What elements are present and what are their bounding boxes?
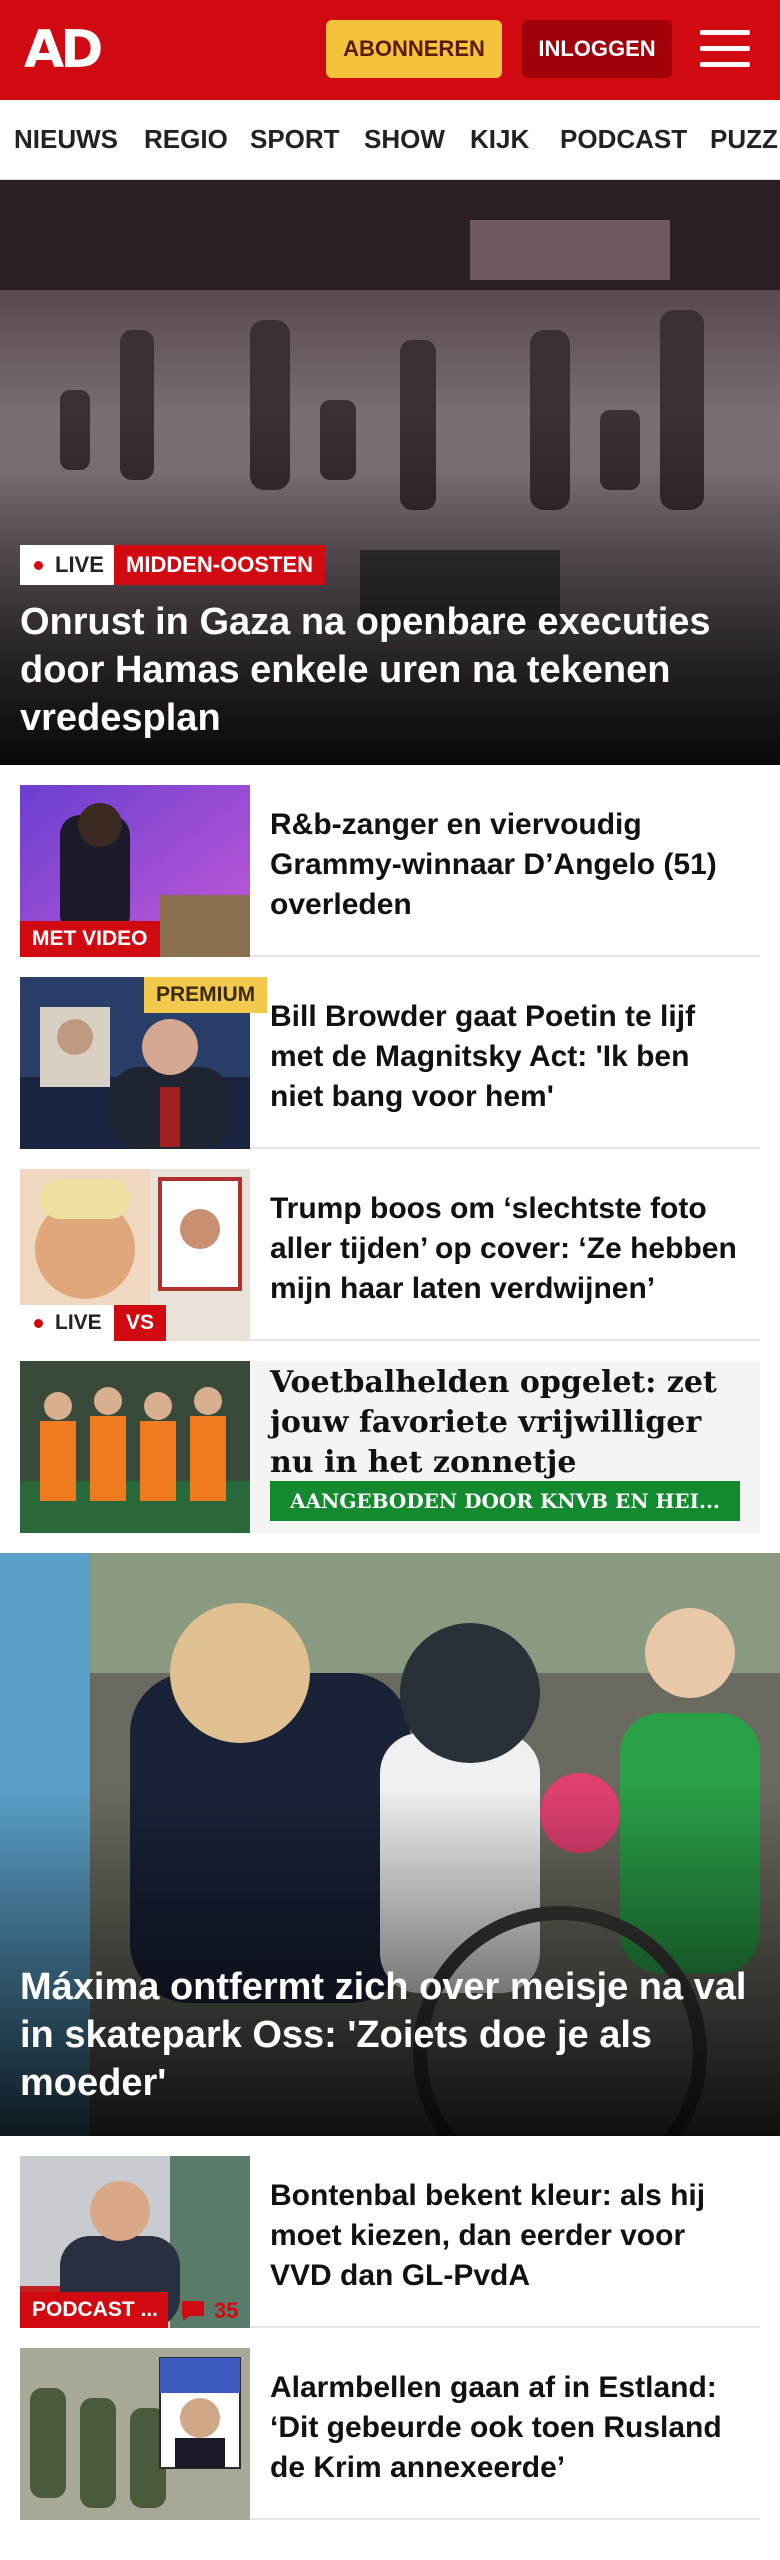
- live-dot-icon: [34, 1318, 43, 1328]
- article-title[interactable]: Bontenbal bekent kleur: als hij moet kie…: [270, 2176, 750, 2296]
- comment-count-value: 35: [214, 2298, 239, 2323]
- comment-icon: [182, 2301, 204, 2321]
- login-button[interactable]: INLOGGEN: [522, 20, 672, 78]
- category-badge: MIDDEN-OOSTEN: [114, 545, 325, 585]
- list-item[interactable]: PREMIUM Bill Browder gaat Poetin te lijf…: [20, 977, 760, 1149]
- premium-badge: PREMIUM: [144, 977, 268, 1013]
- article-title[interactable]: Trump boos om ‘slechtste foto aller tijd…: [270, 1189, 750, 1309]
- live-label: LIVE: [55, 1311, 102, 1334]
- nav-item-podcast[interactable]: PODCAST: [560, 124, 687, 155]
- list-item[interactable]: LIVE VS Trump boos om ‘slechtste foto al…: [20, 1169, 760, 1341]
- list-item[interactable]: MET VIDEO R&b-zanger en viervoudig Gramm…: [20, 785, 760, 957]
- live-dot-icon: [34, 560, 43, 570]
- article-title[interactable]: R&b-zanger en viervoudig Grammy-winnaar …: [270, 805, 750, 925]
- article-title[interactable]: Voetbalhelden opgelet: zet jouw favoriet…: [270, 1363, 750, 1483]
- nav-item-nieuws[interactable]: NIEUWS: [14, 124, 118, 155]
- ad-logo[interactable]: AD: [24, 24, 103, 76]
- article-title[interactable]: Bill Browder gaat Poetin te lijf met de …: [270, 997, 750, 1117]
- sponsor-label: AANGEBODEN DOOR KNVB EN HEI...: [270, 1481, 740, 1521]
- podcast-badge: PODCAST ...: [20, 2292, 168, 2328]
- nav-item-sport[interactable]: SPORT: [250, 124, 340, 155]
- comment-count[interactable]: 35: [180, 2298, 238, 2324]
- nav-item-show[interactable]: SHOW: [364, 124, 445, 155]
- list-item[interactable]: Alarmbellen gaan af in Estland: ‘Dit geb…: [20, 2348, 760, 2520]
- hero-title[interactable]: Máxima ontfermt zich over meisje na val …: [20, 1963, 760, 2107]
- nav-item-kijk[interactable]: KIJK: [470, 124, 529, 155]
- live-badge: LIVE: [20, 545, 116, 585]
- nav-item-puzzel[interactable]: PUZZ: [710, 124, 778, 155]
- menu-icon[interactable]: [700, 28, 750, 70]
- article-thumbnail: [20, 1361, 250, 1533]
- nav-item-regio[interactable]: REGIO: [144, 124, 228, 155]
- hero-article-maxima[interactable]: Máxima ontfermt zich over meisje na val …: [0, 1553, 780, 2136]
- category-badge: VS: [114, 1305, 167, 1341]
- list-item-sponsored[interactable]: Voetbalhelden opgelet: zet jouw favoriet…: [20, 1361, 760, 1533]
- article-thumbnail: [20, 2348, 250, 2520]
- hero-article-gaza[interactable]: LIVE MIDDEN-OOSTEN Onrust in Gaza na ope…: [0, 180, 780, 765]
- subscribe-button[interactable]: ABONNEREN: [326, 20, 502, 78]
- live-badge: LIVE: [20, 1305, 114, 1341]
- video-badge: MET VIDEO: [20, 921, 160, 957]
- live-label: LIVE: [55, 552, 104, 577]
- hero-title[interactable]: Onrust in Gaza na openbare executies doo…: [20, 598, 760, 742]
- list-item[interactable]: PODCAST ... 35 Bontenbal bekent kleur: a…: [20, 2156, 760, 2328]
- section-nav: NIEUWS REGIO SPORT SHOW KIJK PODCAST PUZ…: [0, 100, 780, 180]
- top-bar: AD ABONNEREN INLOGGEN: [0, 0, 780, 100]
- article-title[interactable]: Alarmbellen gaan af in Estland: ‘Dit geb…: [270, 2368, 750, 2488]
